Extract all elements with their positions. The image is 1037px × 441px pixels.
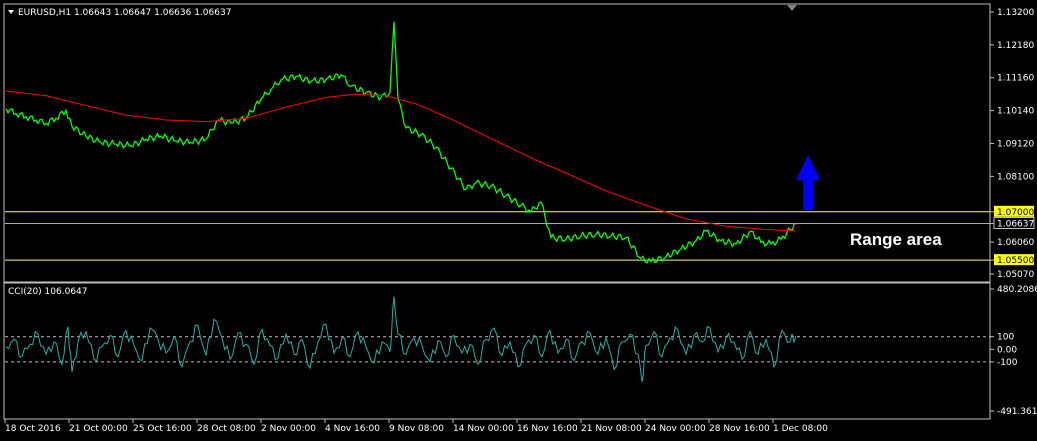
time-tick-label: 28 Nov 16:00	[709, 424, 770, 434]
time-axis: 18 Oct 2016 21 Oct 00:00 25 Oct 16:00 28 Oc…	[4, 419, 828, 434]
price-tick-label: 1.10140	[997, 107, 1034, 117]
cci-tick-label: 100	[997, 333, 1014, 343]
price-tick-label: 1.06637	[997, 220, 1034, 230]
cci-tick-label: -100	[997, 358, 1018, 368]
chart-title: EURUSD,H1 1.06643 1.06647 1.06636 1.0663…	[18, 8, 231, 18]
time-tick-label: 2 Nov 00:00	[261, 424, 316, 434]
time-tick-label: 25 Oct 16:00	[133, 424, 192, 434]
price-tick-label: 1.12180	[997, 41, 1034, 51]
price-tick-label: 1.06060	[997, 238, 1034, 248]
cci-tick-label: 480.2086	[997, 285, 1037, 295]
price-tick-label: 1.08100	[997, 172, 1034, 182]
time-tick-label: 9 Nov 08:00	[389, 424, 444, 434]
time-tick-label: 21 Oct 00:00	[69, 424, 128, 434]
time-tick-label: 16 Nov 16:00	[517, 424, 578, 434]
time-tick-label: 14 Nov 00:00	[453, 424, 514, 434]
indicator-panel-frame	[3, 282, 991, 420]
price-tick-label: 1.05070	[997, 270, 1034, 280]
price-panel-frame	[3, 3, 991, 283]
time-tick-label: 4 Nov 16:00	[325, 424, 380, 434]
cci-axis: 480.2086 100 0.00 -100 -491.3611	[990, 285, 1037, 417]
price-tick-label: 1.05500	[997, 256, 1034, 266]
up-arrow-icon	[796, 155, 820, 210]
time-tick-label: 21 Nov 08:00	[581, 424, 642, 434]
chart-canvas: EURUSD,H1 1.06643 1.06647 1.06636 1.0663…	[3, 3, 1037, 434]
cci-line	[5, 296, 797, 382]
time-tick-label: 1 Dec 08:00	[773, 424, 828, 434]
cci-tick-label: -491.3611	[997, 407, 1037, 417]
indicator-title: CCI(20) 106.0647	[8, 287, 88, 297]
range-area-label: Range area	[850, 230, 942, 249]
time-tick-label: 18 Oct 2016	[5, 424, 61, 434]
price-series-group	[5, 21, 797, 264]
scroll-marker-icon	[787, 5, 797, 11]
price-levels	[5, 211, 990, 261]
price-tick-label: 1.13200	[997, 8, 1034, 18]
price-tick-label: 1.11160	[997, 74, 1034, 84]
cci-tick-label: 0.00	[997, 345, 1017, 355]
price-line	[5, 21, 797, 264]
moving-average-line	[5, 90, 797, 232]
price-tick-label: 1.07000	[997, 208, 1034, 218]
price-axis: 1.13200 1.12180 1.11160 1.10140 1.09120 1.081…	[990, 8, 1035, 280]
price-tick-label: 1.09120	[997, 139, 1034, 149]
chart-menu-arrow-icon[interactable]	[8, 10, 14, 14]
time-tick-label: 24 Nov 00:00	[645, 424, 706, 434]
time-tick-label: 28 Oct 08:00	[197, 424, 256, 434]
cci-series-group	[5, 296, 797, 382]
